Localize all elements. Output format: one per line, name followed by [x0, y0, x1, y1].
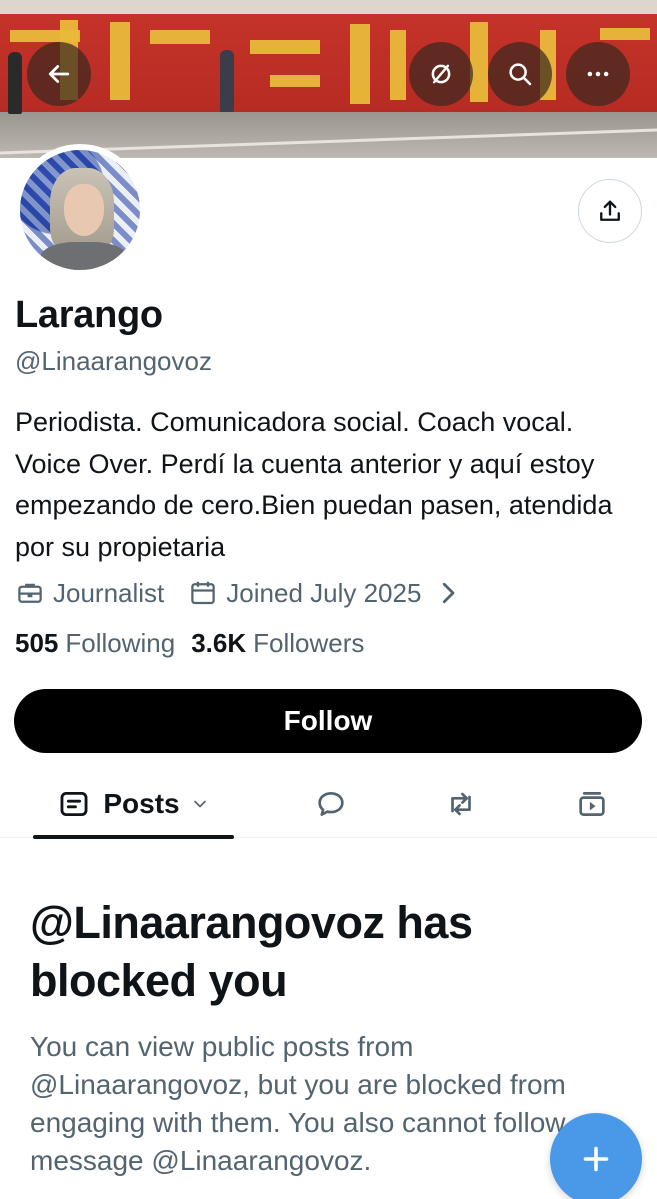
calendar-icon — [191, 581, 216, 605]
back-button[interactable] — [27, 42, 91, 106]
followers-label[interactable]: Followers — [253, 628, 364, 659]
category-label: Journalist — [53, 577, 165, 608]
tab-media[interactable] — [574, 786, 610, 822]
profile-bio: Periodista. Comunicadora social. Coach v… — [15, 407, 613, 562]
share-icon — [600, 200, 620, 221]
search-button[interactable] — [488, 42, 552, 106]
share-button[interactable] — [578, 179, 642, 243]
eye-slash-icon — [431, 64, 451, 84]
followers-count[interactable]: 3.6K — [191, 628, 246, 659]
tab-replies[interactable] — [313, 786, 349, 822]
avatar[interactable] — [14, 144, 146, 276]
more-options-button[interactable] — [566, 42, 630, 106]
profile-page: Larango @Linaarangovoz Periodista. Comun… — [0, 0, 657, 1199]
repost-icon — [451, 792, 471, 816]
follow-stats: 505 Following 3.6K Followers — [15, 628, 364, 659]
hide-button[interactable] — [409, 42, 473, 106]
reply-icon — [318, 792, 344, 816]
tab-reposts[interactable] — [443, 786, 479, 822]
profile-tabs: Posts — [0, 770, 657, 839]
joined-item[interactable]: Joined July 2025 — [188, 578, 471, 609]
profile-meta: Journalist Joined July 2025 — [15, 574, 471, 612]
avatar-image — [20, 150, 140, 270]
search-icon — [509, 63, 532, 86]
blocked-title: @Linaarangovoz has blocked you — [30, 897, 473, 1006]
follow-button[interactable]: Follow — [14, 689, 642, 753]
category-item: Journalist — [15, 578, 164, 609]
blocked-description: You can view public posts from @Linaaran… — [30, 1031, 599, 1176]
banner-mural — [0, 0, 657, 118]
compose-button[interactable] — [550, 1113, 642, 1199]
briefcase-icon — [18, 583, 42, 603]
user-handle: @Linaarangovoz — [15, 346, 212, 376]
tab-posts[interactable]: Posts — [33, 770, 234, 839]
following-label[interactable]: Following — [65, 628, 175, 659]
following-count[interactable]: 505 — [15, 628, 58, 659]
plus-icon — [583, 1146, 609, 1172]
tab-posts-label: Posts — [103, 788, 180, 819]
chevron-right-icon — [443, 582, 455, 604]
active-tab-indicator — [33, 835, 234, 839]
profile-banner[interactable] — [0, 0, 657, 158]
more-horizontal-icon — [587, 71, 609, 77]
chevron-down-icon — [193, 800, 206, 808]
arrow-left-icon — [48, 65, 70, 83]
display-name: Larango — [15, 294, 163, 336]
media-icon — [579, 792, 605, 816]
posts-icon — [60, 791, 88, 817]
joined-label: Joined July 2025 — [226, 577, 422, 608]
